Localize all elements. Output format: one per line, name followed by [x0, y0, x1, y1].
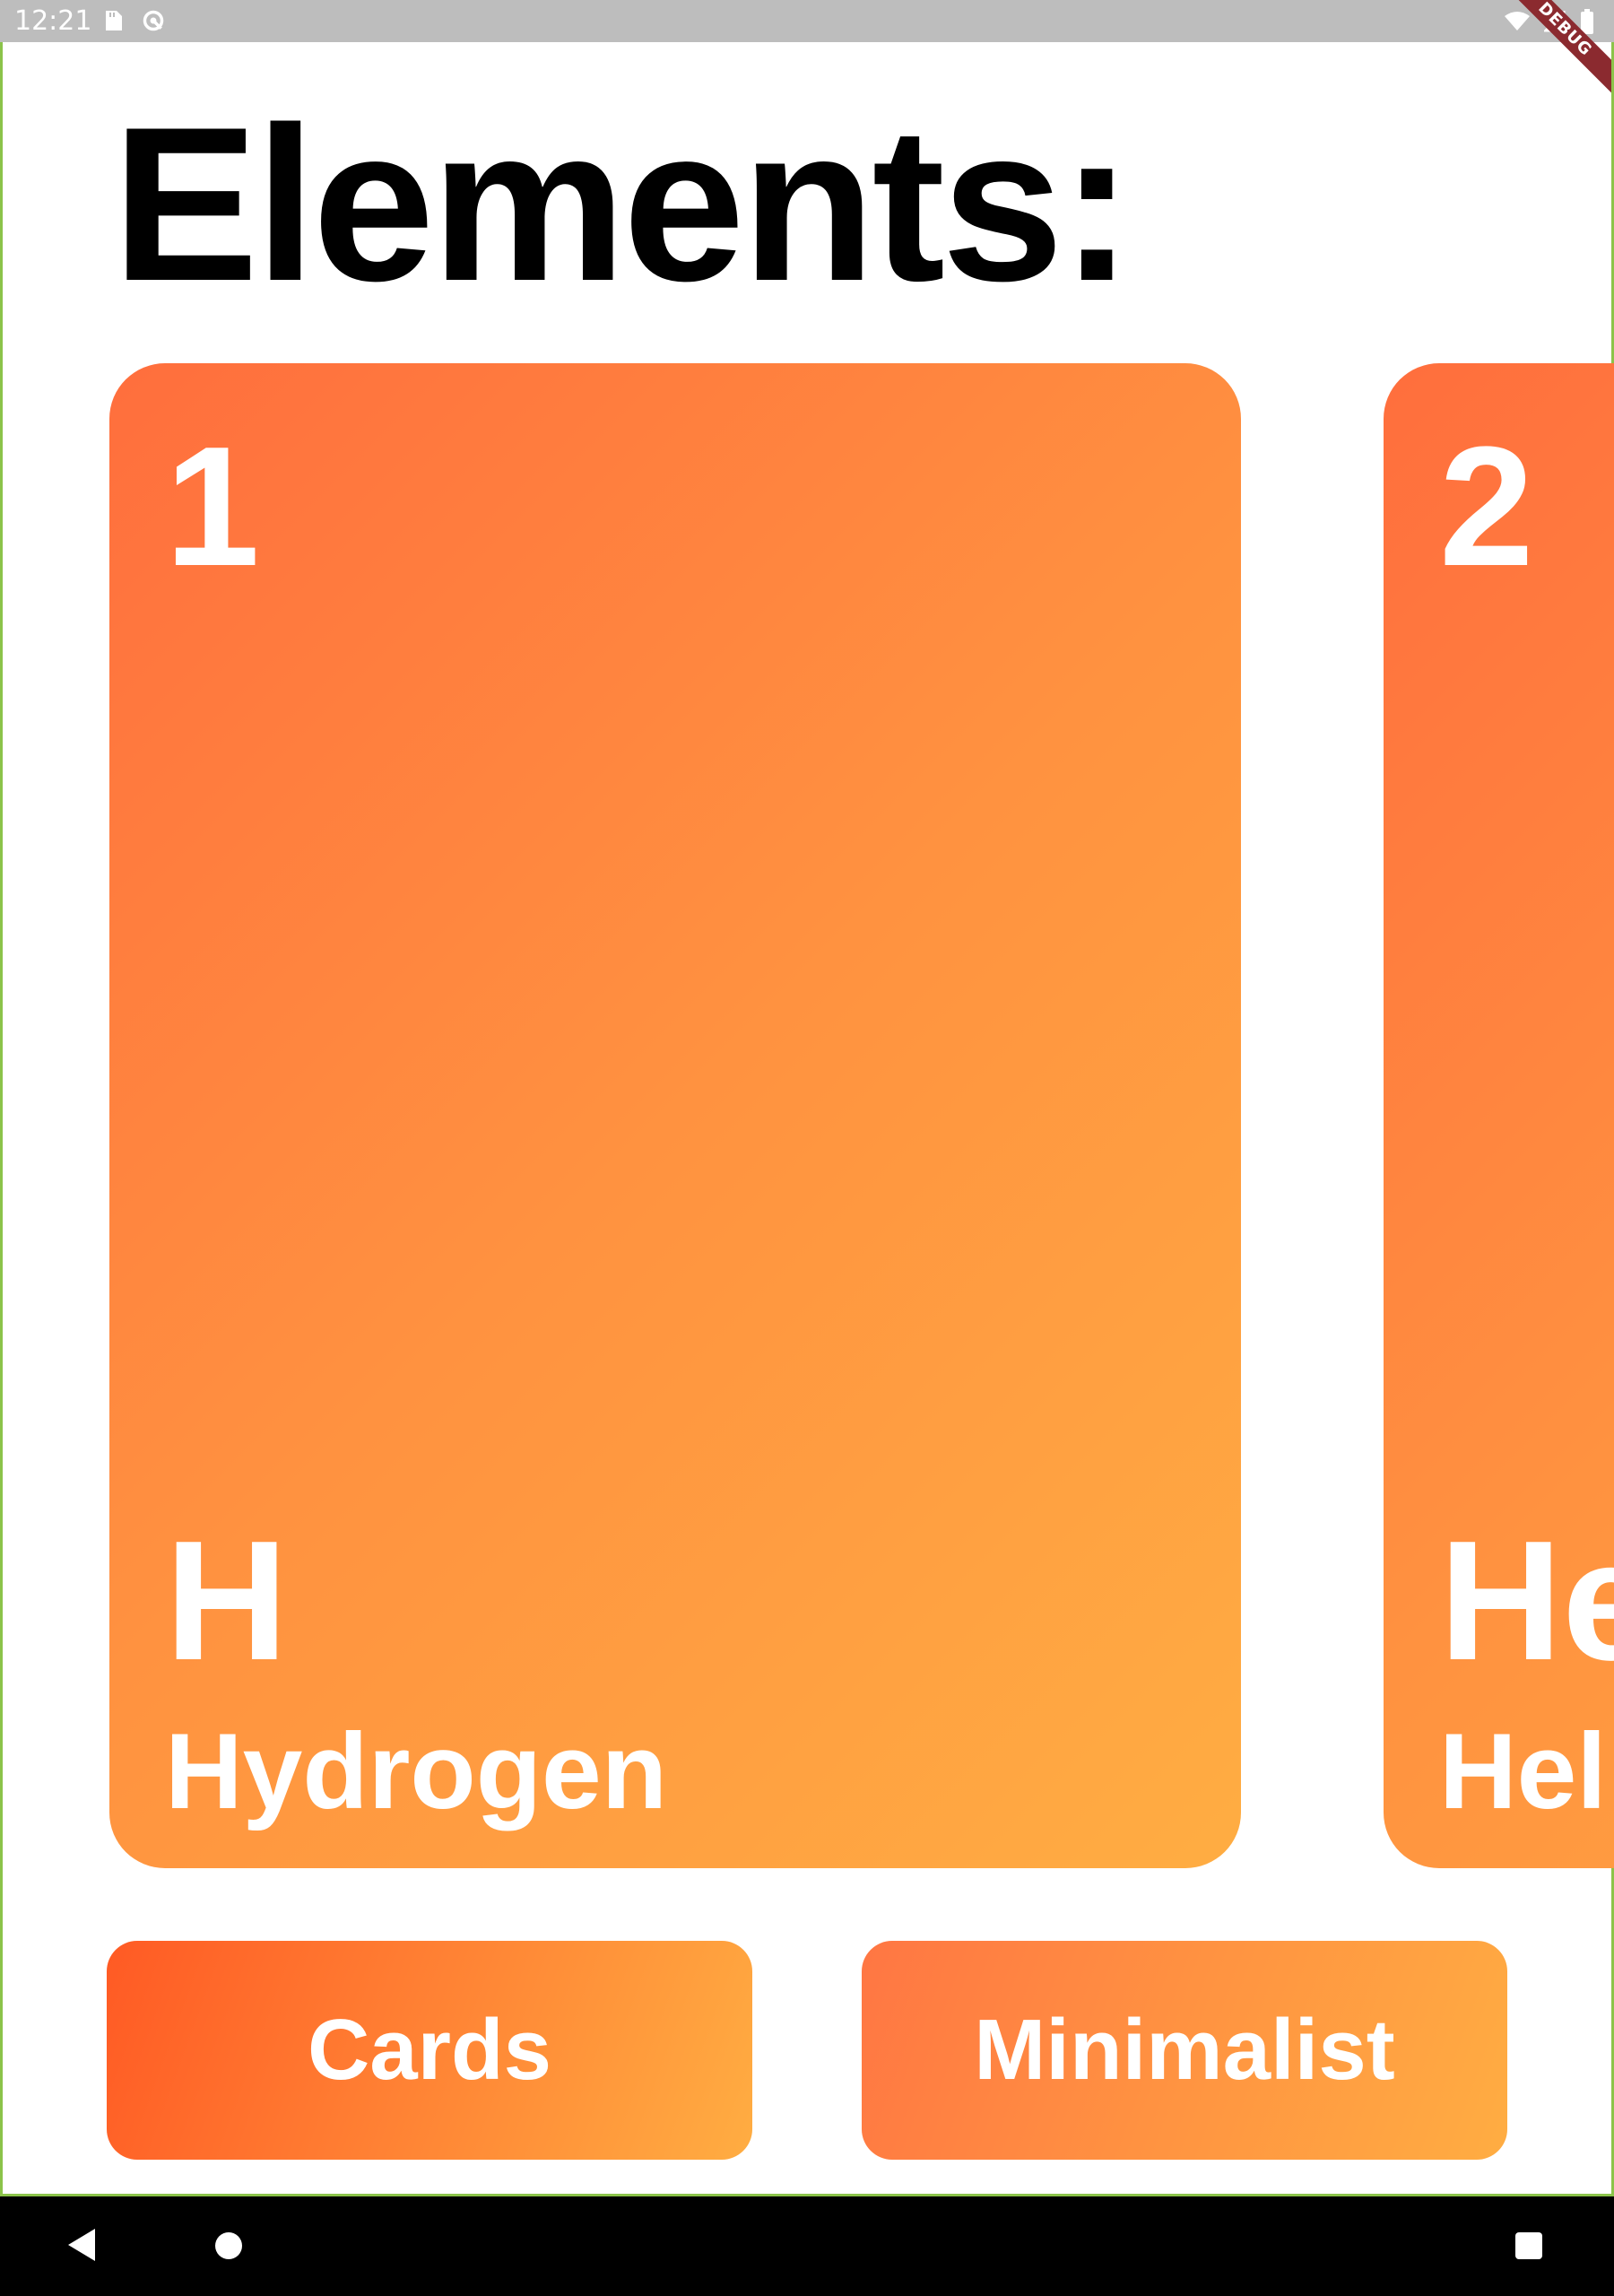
element-name: Helium [1439, 1711, 1614, 1831]
status-time: 12:21 [14, 5, 92, 37]
page-title: Elements: [112, 81, 1133, 326]
cards-button[interactable]: Cards [107, 1941, 752, 2160]
frame-left-border [0, 42, 3, 2196]
status-bar: 12:21 DEBUG [0, 0, 1614, 108]
element-card-helium[interactable]: 2 He Helium [1384, 363, 1614, 1868]
element-name: Hydrogen [165, 1711, 668, 1831]
element-number: 1 [165, 412, 260, 602]
wifi-icon [1505, 12, 1530, 30]
element-symbol: He [1439, 1506, 1614, 1696]
cards-button-label: Cards [307, 2002, 552, 2098]
minimalist-button[interactable]: Minimalist [862, 1941, 1507, 2160]
sd-card-icon [106, 11, 122, 30]
minimalist-button-label: Minimalist [974, 2002, 1395, 2098]
home-icon[interactable] [215, 2232, 242, 2259]
recents-icon[interactable] [1515, 2232, 1542, 2259]
element-card-hydrogen[interactable]: 1 H Hydrogen [109, 363, 1241, 1868]
vpn-icon [143, 10, 164, 31]
back-icon[interactable] [68, 2229, 95, 2261]
element-symbol: H [165, 1506, 289, 1696]
app-screen: 12:21 DEBUG Elements: 1 H Hydrogen 2 He … [0, 0, 1614, 2296]
element-number: 2 [1439, 412, 1534, 602]
navigation-bar [0, 2196, 1614, 2296]
